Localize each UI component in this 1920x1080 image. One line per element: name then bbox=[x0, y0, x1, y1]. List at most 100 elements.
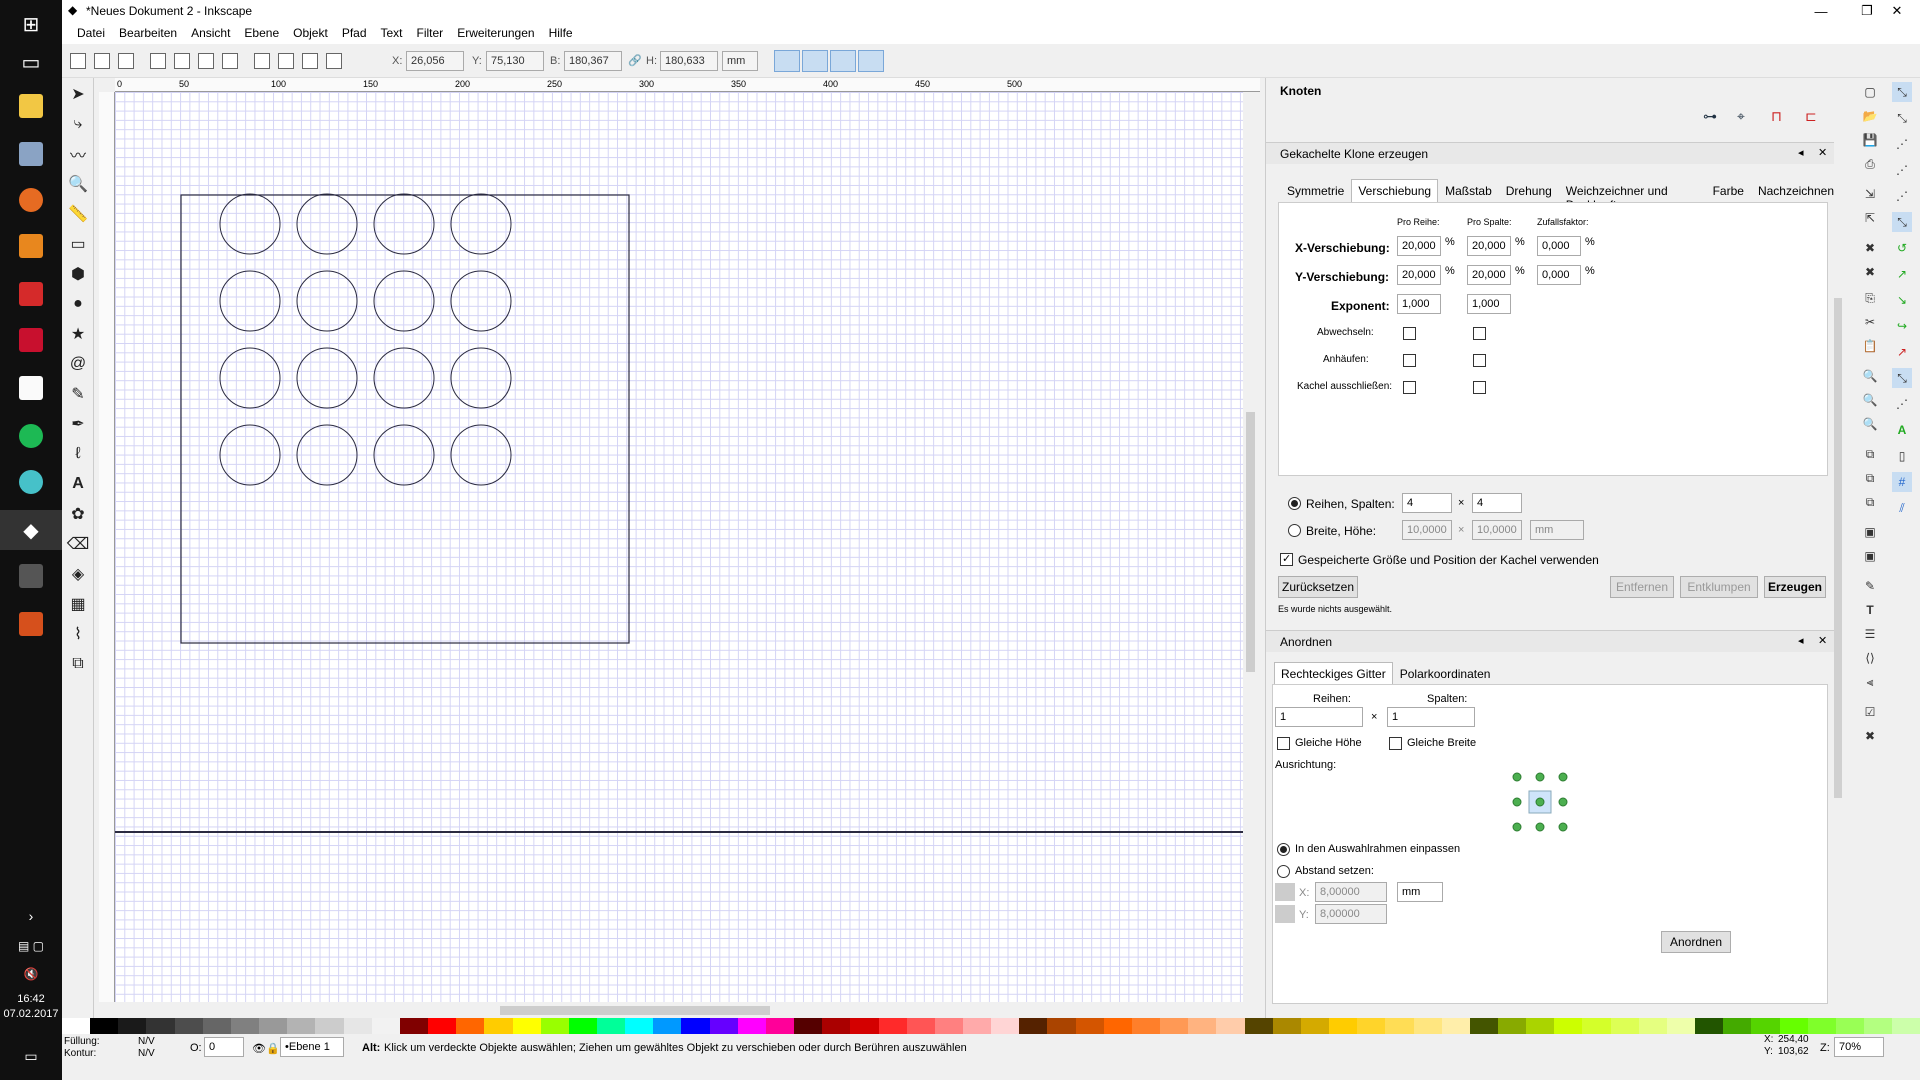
open-icon[interactable]: 📂 bbox=[1860, 106, 1880, 126]
page-rectangle[interactable] bbox=[180, 194, 630, 644]
rows-cols-radio[interactable] bbox=[1288, 497, 1301, 510]
export-icon[interactable]: ⇱ bbox=[1860, 208, 1880, 228]
deselect-icon[interactable] bbox=[118, 53, 134, 69]
task-view-icon[interactable]: ▭ bbox=[15, 46, 47, 78]
align-top-right-icon[interactable] bbox=[1558, 772, 1568, 782]
color-swatch[interactable] bbox=[1357, 1018, 1386, 1034]
color-swatch[interactable] bbox=[428, 1018, 457, 1034]
layer-select[interactable]: •Ebene 1 bbox=[280, 1037, 344, 1057]
align-middle-left-icon[interactable] bbox=[1512, 797, 1522, 807]
zoom-field[interactable]: 70% bbox=[1834, 1037, 1884, 1057]
spotify-icon[interactable] bbox=[15, 420, 47, 452]
circle-object[interactable] bbox=[296, 193, 358, 255]
duplicate-icon[interactable]: ⧉ bbox=[1860, 444, 1880, 464]
set-spacing-radio[interactable] bbox=[1277, 865, 1290, 878]
color-swatch[interactable] bbox=[1329, 1018, 1358, 1034]
color-swatch[interactable] bbox=[540, 1018, 569, 1034]
tab-polar[interactable]: Polarkoordinaten bbox=[1393, 662, 1498, 686]
align-distribute-icon[interactable]: ⫷ bbox=[1860, 672, 1880, 692]
color-swatch[interactable] bbox=[850, 1018, 879, 1034]
color-swatch[interactable] bbox=[1385, 1018, 1414, 1034]
arrange-cols-field[interactable]: 1 bbox=[1387, 707, 1475, 727]
align-middle-right-icon[interactable] bbox=[1558, 797, 1568, 807]
color-swatch[interactable] bbox=[1526, 1018, 1555, 1034]
color-swatch[interactable] bbox=[1892, 1018, 1920, 1034]
y-shift-random-field[interactable]: 0,000 bbox=[1537, 265, 1581, 285]
taskbar-clock[interactable]: 16:42 07.02.2017 bbox=[0, 992, 62, 1022]
snap-bbox-corner-icon[interactable]: ⋰ bbox=[1892, 160, 1912, 180]
app-icon-star[interactable] bbox=[15, 466, 47, 498]
tab-rectangular-grid[interactable]: Rechteckiges Gitter bbox=[1274, 662, 1393, 686]
color-swatch[interactable] bbox=[653, 1018, 682, 1034]
color-swatch[interactable] bbox=[484, 1018, 513, 1034]
circle-object[interactable] bbox=[373, 193, 435, 255]
flip-horizontal-icon[interactable] bbox=[198, 53, 214, 69]
arrange-rows-field[interactable]: 1 bbox=[1275, 707, 1363, 727]
box-3d-tool-icon[interactable]: ⬢ bbox=[66, 262, 90, 286]
menu-filter[interactable]: Filter bbox=[410, 22, 451, 44]
color-swatch[interactable] bbox=[1835, 1018, 1864, 1034]
color-swatch[interactable] bbox=[1047, 1018, 1076, 1034]
remove-button[interactable]: Entfernen bbox=[1610, 576, 1674, 598]
chevron-right-icon[interactable]: › bbox=[15, 900, 47, 932]
snap-text-baseline-icon[interactable]: A bbox=[1892, 420, 1912, 440]
color-swatch[interactable] bbox=[737, 1018, 766, 1034]
node-tool-icon[interactable]: ⤷ bbox=[66, 112, 90, 136]
app-icon-1[interactable] bbox=[15, 138, 47, 170]
fill-stroke-icon[interactable]: ✎ bbox=[1860, 576, 1880, 596]
align-top-center-icon[interactable] bbox=[1535, 772, 1545, 782]
import-icon[interactable]: ⇲ bbox=[1860, 184, 1880, 204]
close-panel-icon[interactable]: ✕ bbox=[1818, 146, 1827, 159]
x-field[interactable]: 26,056 bbox=[406, 51, 464, 71]
color-swatch[interactable] bbox=[90, 1018, 119, 1034]
alignment-grid[interactable] bbox=[1511, 771, 1575, 833]
circle-object[interactable] bbox=[296, 347, 358, 409]
color-swatch[interactable] bbox=[1300, 1018, 1330, 1034]
snap-center-icon[interactable]: ⋰ bbox=[1892, 394, 1912, 414]
menu-ansicht[interactable]: Ansicht bbox=[184, 22, 237, 44]
app-icon-gray[interactable] bbox=[15, 560, 47, 592]
calligraphy-tool-icon[interactable]: ℓ bbox=[66, 442, 90, 466]
new-document-icon[interactable]: ▢ bbox=[1860, 82, 1880, 102]
color-swatch[interactable] bbox=[1554, 1018, 1583, 1034]
spacing-y-field[interactable]: 8,00000 bbox=[1315, 904, 1387, 924]
exponent-col-field[interactable]: 1,000 bbox=[1467, 294, 1511, 314]
cut-icon[interactable]: ✂ bbox=[1860, 312, 1880, 332]
color-swatch[interactable] bbox=[568, 1018, 597, 1034]
zoom-selection-icon[interactable]: 🔍 bbox=[1860, 366, 1880, 386]
align-bottom-left-icon[interactable] bbox=[1512, 822, 1522, 832]
arrange-button[interactable]: Anordnen bbox=[1661, 931, 1731, 953]
snap-page-border-icon[interactable]: ▯ bbox=[1892, 446, 1912, 466]
menu-erweiterungen[interactable]: Erweiterungen bbox=[450, 22, 541, 44]
color-swatch[interactable] bbox=[822, 1018, 851, 1034]
cumulate-col-checkbox[interactable] bbox=[1473, 354, 1486, 367]
menu-pfad[interactable]: Pfad bbox=[335, 22, 374, 44]
node-break-icon[interactable]: ⌖ bbox=[1737, 108, 1759, 130]
color-swatch[interactable] bbox=[1244, 1018, 1273, 1034]
circle-object[interactable] bbox=[219, 193, 281, 255]
file-explorer-icon[interactable] bbox=[15, 90, 47, 122]
snap-grid-icon[interactable]: # bbox=[1892, 472, 1912, 492]
volume-muted-icon[interactable]: 🔇 bbox=[15, 958, 47, 990]
snap-path-icon[interactable]: ↺ bbox=[1892, 238, 1912, 258]
tile-unit-select[interactable]: mm bbox=[1530, 520, 1584, 540]
y-field[interactable]: 75,130 bbox=[486, 51, 544, 71]
zoom-tool-icon[interactable]: 🔍 bbox=[66, 172, 90, 196]
raise-icon[interactable] bbox=[278, 53, 294, 69]
create-button[interactable]: Erzeugen bbox=[1764, 576, 1826, 598]
alternate-row-checkbox[interactable] bbox=[1403, 327, 1416, 340]
lock-icon[interactable]: 🔗 bbox=[628, 54, 642, 67]
drawing-canvas[interactable] bbox=[115, 92, 1243, 1002]
circle-object[interactable] bbox=[373, 270, 435, 332]
dock-scrollbar[interactable] bbox=[1834, 298, 1842, 798]
pen-tool-icon[interactable]: ✒ bbox=[66, 412, 90, 436]
zoom-drawing-icon[interactable]: 🔍 bbox=[1860, 390, 1880, 410]
tweak-tool-icon[interactable]: 〰 bbox=[66, 142, 90, 166]
redo-icon[interactable]: ✖ bbox=[1860, 262, 1880, 282]
circle-object[interactable] bbox=[219, 424, 281, 486]
color-swatch[interactable] bbox=[934, 1018, 963, 1034]
circle-object[interactable] bbox=[296, 270, 358, 332]
close-button[interactable]: ✕ bbox=[1874, 0, 1920, 22]
color-swatch[interactable] bbox=[625, 1018, 654, 1034]
circle-object[interactable] bbox=[450, 424, 512, 486]
